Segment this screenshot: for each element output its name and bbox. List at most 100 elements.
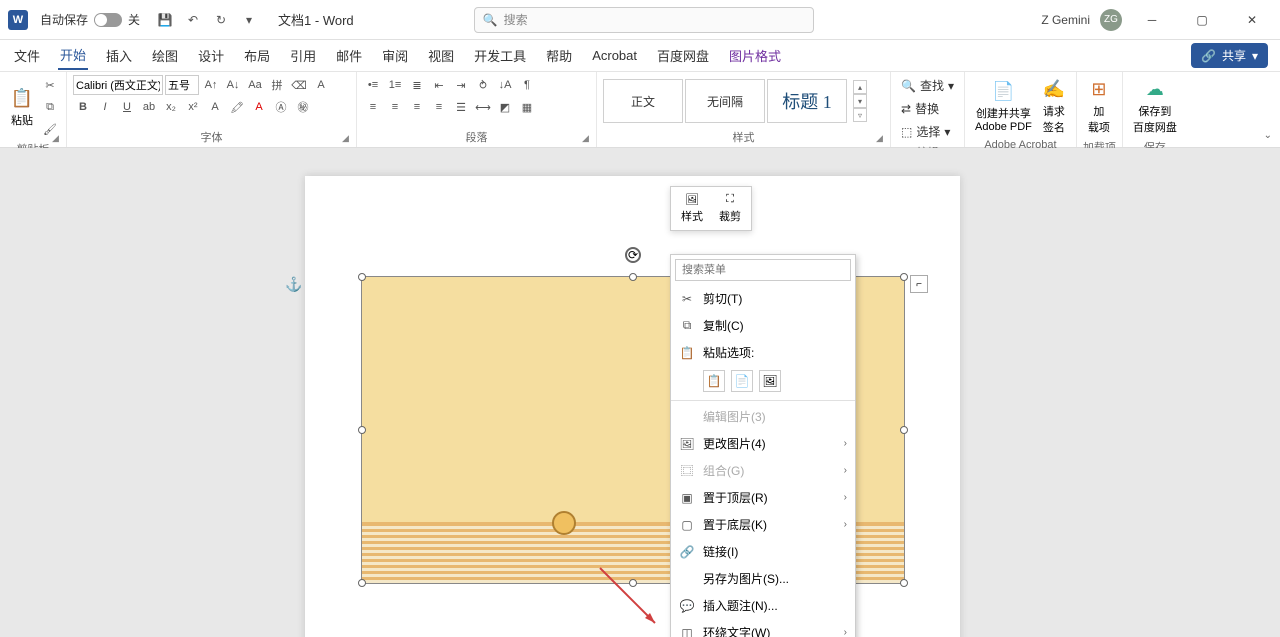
tab-layout[interactable]: 布局 xyxy=(242,42,272,69)
ctx-cut[interactable]: ✂ 剪切(T) xyxy=(671,285,855,312)
ctx-bring-front[interactable]: ▣ 置于顶层(R) › xyxy=(671,484,855,511)
replace-button[interactable]: ⇄替换 xyxy=(897,98,943,119)
multilevel-icon[interactable]: ≣ xyxy=(407,75,427,95)
sort-icon[interactable]: ↓A xyxy=(495,75,515,95)
align-right-icon[interactable]: ≡ xyxy=(407,97,427,117)
tab-references[interactable]: 引用 xyxy=(288,42,318,69)
save-baidu-button[interactable]: ☁ 保存到 百度网盘 xyxy=(1129,75,1181,137)
tab-file[interactable]: 文件 xyxy=(12,42,42,69)
decrease-indent-icon[interactable]: ⇤ xyxy=(429,75,449,95)
tab-insert[interactable]: 插入 xyxy=(104,42,134,69)
italic-icon[interactable]: I xyxy=(95,97,115,117)
create-pdf-button[interactable]: 📄 创建并共享 Adobe PDF xyxy=(971,77,1036,135)
style-normal[interactable]: 正文 xyxy=(603,79,683,123)
align-center-icon[interactable]: ≡ xyxy=(385,97,405,117)
tab-help[interactable]: 帮助 xyxy=(544,42,574,69)
tab-picture-format[interactable]: 图片格式 xyxy=(727,42,783,69)
bullets-icon[interactable]: •≡ xyxy=(363,75,383,95)
paragraph-dialog-launcher[interactable]: ◢ xyxy=(582,133,594,145)
user-avatar[interactable]: ZG xyxy=(1100,9,1122,31)
distribute-icon[interactable]: ☰ xyxy=(451,97,471,117)
ctx-change-picture[interactable]: 🖼 更改图片(4) › xyxy=(671,430,855,457)
underline-icon[interactable]: U xyxy=(117,97,137,117)
paste-picture-icon[interactable]: 🖼 xyxy=(759,370,781,392)
char-border-icon[interactable]: A xyxy=(311,75,331,95)
ctx-link[interactable]: 🔗 链接(I) xyxy=(671,538,855,565)
styles-dialog-launcher[interactable]: ◢ xyxy=(876,133,888,145)
tab-review[interactable]: 审阅 xyxy=(380,42,410,69)
paste-keep-source-icon[interactable]: 📋 xyxy=(703,370,725,392)
maximize-button[interactable]: ▢ xyxy=(1182,5,1222,35)
resize-handle-tm[interactable] xyxy=(629,273,637,281)
grow-font-icon[interactable]: A↑ xyxy=(201,75,221,95)
redo-icon[interactable]: ↻ xyxy=(212,11,230,29)
find-button[interactable]: 🔍查找▾ xyxy=(897,75,958,96)
resize-handle-tr[interactable] xyxy=(900,273,908,281)
clipboard-dialog-launcher[interactable]: ◢ xyxy=(52,133,64,145)
enclose-char-icon[interactable]: ㊙ xyxy=(293,97,313,117)
qat-more-icon[interactable]: ▾ xyxy=(240,11,258,29)
font-size-select[interactable] xyxy=(165,75,199,95)
strikethrough-icon[interactable]: ab xyxy=(139,97,159,117)
borders-icon[interactable]: ▦ xyxy=(517,97,537,117)
collapse-ribbon-icon[interactable]: ⌄ xyxy=(1264,130,1272,141)
subscript-icon[interactable]: x₂ xyxy=(161,97,181,117)
resize-handle-tl[interactable] xyxy=(358,273,366,281)
user-name[interactable]: Z Gemini xyxy=(1041,13,1090,27)
minimize-button[interactable]: ─ xyxy=(1132,5,1172,35)
tab-acrobat[interactable]: Acrobat xyxy=(590,44,639,67)
picture-style-button[interactable]: 🖼 样式 xyxy=(675,191,709,226)
styles-expand[interactable]: ▿ xyxy=(853,108,867,122)
copy-icon[interactable]: ⧉ xyxy=(40,97,60,117)
numbering-icon[interactable]: 1≡ xyxy=(385,75,405,95)
shrink-font-icon[interactable]: A↓ xyxy=(223,75,243,95)
style-no-spacing[interactable]: 无间隔 xyxy=(685,79,765,123)
search-box[interactable]: 🔍 搜索 xyxy=(474,7,814,33)
asian-layout-icon[interactable]: ⥁ xyxy=(473,75,493,95)
ctx-send-back[interactable]: ▢ 置于底层(K) › xyxy=(671,511,855,538)
ctx-insert-caption[interactable]: 💬 插入题注(N)... xyxy=(671,592,855,619)
paste-merge-icon[interactable]: 📄 xyxy=(731,370,753,392)
line-spacing-icon[interactable]: ⟷ xyxy=(473,97,493,117)
ctx-save-as-picture[interactable]: 另存为图片(S)... xyxy=(671,565,855,592)
tab-view[interactable]: 视图 xyxy=(426,42,456,69)
phonetic-guide-icon[interactable]: 拼 xyxy=(267,75,287,95)
change-case-icon[interactable]: Aa xyxy=(245,75,265,95)
cut-icon[interactable]: ✂ xyxy=(40,75,60,95)
autosave-toggle[interactable]: 自动保存 关 xyxy=(40,11,140,28)
addins-button[interactable]: ⊞ 加 载项 xyxy=(1083,75,1115,137)
highlight-icon[interactable]: 🖍 xyxy=(227,97,247,117)
text-effects-icon[interactable]: A xyxy=(205,97,225,117)
font-name-select[interactable] xyxy=(73,75,163,95)
font-color-icon[interactable]: A xyxy=(249,97,269,117)
clear-format-icon[interactable]: ⌫ xyxy=(289,75,309,95)
style-heading1[interactable]: 标题 1 xyxy=(767,79,847,123)
close-button[interactable]: ✕ xyxy=(1232,5,1272,35)
crop-button[interactable]: ⛶ 裁剪 xyxy=(713,191,747,226)
tab-baidu[interactable]: 百度网盘 xyxy=(655,42,711,69)
font-dialog-launcher[interactable]: ◢ xyxy=(342,133,354,145)
layout-options-icon[interactable]: ⌐ xyxy=(910,275,928,293)
tab-design[interactable]: 设计 xyxy=(196,42,226,69)
justify-icon[interactable]: ≡ xyxy=(429,97,449,117)
styles-scroll-down[interactable]: ▾ xyxy=(853,94,867,108)
select-button[interactable]: ⬚选择▾ xyxy=(897,121,954,142)
context-menu-search[interactable] xyxy=(675,259,851,281)
superscript-icon[interactable]: x² xyxy=(183,97,203,117)
ctx-copy[interactable]: ⧉ 复制(C) xyxy=(671,312,855,339)
undo-icon[interactable]: ↶ xyxy=(184,11,202,29)
tab-draw[interactable]: 绘图 xyxy=(150,42,180,69)
show-marks-icon[interactable]: ¶ xyxy=(517,75,537,95)
resize-handle-bm[interactable] xyxy=(629,579,637,587)
styles-scroll-up[interactable]: ▴ xyxy=(853,80,867,94)
increase-indent-icon[interactable]: ⇥ xyxy=(451,75,471,95)
resize-handle-bl[interactable] xyxy=(358,579,366,587)
tab-devtools[interactable]: 开发工具 xyxy=(472,42,528,69)
bold-icon[interactable]: B xyxy=(73,97,93,117)
rotate-handle[interactable]: ⟳ xyxy=(625,247,641,263)
paste-button[interactable]: 📋 粘贴 xyxy=(6,84,38,130)
share-button[interactable]: 🔗 共享 ▾ xyxy=(1191,43,1268,68)
align-left-icon[interactable]: ≡ xyxy=(363,97,383,117)
resize-handle-br[interactable] xyxy=(900,579,908,587)
resize-handle-mr[interactable] xyxy=(900,426,908,434)
